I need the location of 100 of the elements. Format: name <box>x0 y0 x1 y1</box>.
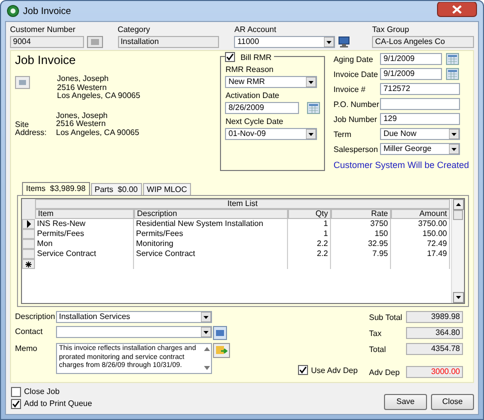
column-header[interactable]: Qty <box>288 209 331 219</box>
table-cell: 7.95 <box>331 249 391 259</box>
field-label: Aging Date <box>333 54 374 64</box>
option-checkbox[interactable]: Close Job <box>11 386 92 396</box>
field-label: P.O. Number <box>333 100 380 108</box>
table-cell: 17.49 <box>391 249 450 259</box>
text-field[interactable]: 712572 <box>380 83 460 95</box>
scroll-thumb[interactable] <box>453 210 463 220</box>
window-title: Job Invoice <box>23 6 72 16</box>
dropdown-field[interactable]: Installation Services <box>56 311 212 323</box>
app-icon <box>7 5 19 17</box>
field-label: Tax Group <box>372 25 410 35</box>
asterisk-icon <box>25 260 32 268</box>
dropdown-arrow-icon[interactable] <box>449 129 460 139</box>
dropdown-arrow-icon[interactable] <box>306 77 316 87</box>
calendar-icon[interactable] <box>446 53 460 65</box>
dropdown-field[interactable]: Due Now <box>380 128 460 140</box>
close-icon[interactable] <box>437 2 477 17</box>
tab[interactable]: Parts $0.00 <box>90 183 142 195</box>
table-cell: 32.95 <box>331 239 391 249</box>
field-label: Memo <box>15 343 38 355</box>
form-heading: Job Invoice <box>15 53 76 68</box>
grid-corner <box>22 209 35 219</box>
tab[interactable]: Items $3,989.98 <box>22 182 90 195</box>
table-cell: Residential New System Installation <box>134 219 288 229</box>
row-selector[interactable] <box>22 219 35 229</box>
field-label: Invoice Date <box>333 70 379 78</box>
total-field: 364.80 <box>406 327 463 339</box>
dropdown-arrow-icon[interactable] <box>306 129 316 139</box>
table-cell: Permits/Fees <box>134 229 288 239</box>
field-label: AR Account <box>234 25 278 35</box>
field-label: Sub Total <box>369 312 404 322</box>
total-field: 3989.98 <box>406 311 463 323</box>
scroll-down-icon[interactable] <box>452 292 464 303</box>
field-label: Customer Number <box>10 25 76 35</box>
table-cell: 1 <box>288 229 331 239</box>
address-line: 2516 Western <box>56 120 106 128</box>
lookup-button[interactable] <box>86 36 103 48</box>
table-cell: Service Contract <box>35 249 134 259</box>
dropdown-arrow-icon[interactable] <box>449 144 460 154</box>
dropdown-field[interactable]: New RMR <box>225 76 318 88</box>
column-header[interactable]: Description <box>134 209 288 219</box>
dropdown-arrow-icon[interactable] <box>201 327 211 337</box>
row-selector[interactable] <box>22 259 35 269</box>
dropdown-field[interactable] <box>56 326 212 338</box>
column-header[interactable]: Item <box>35 209 134 219</box>
field-label: Job Number <box>333 114 378 124</box>
dropdown-arrow-icon[interactable] <box>201 312 211 322</box>
vertical-scrollbar[interactable] <box>451 199 464 303</box>
text-field[interactable]: 129 <box>380 113 460 125</box>
column-header[interactable]: Amount <box>391 209 450 219</box>
dropdown-field[interactable]: 11000 <box>234 36 336 48</box>
calendar-icon[interactable] <box>446 68 460 80</box>
address-line: Los Angeles, CA 90065 <box>56 128 140 137</box>
note-arrow-button[interactable] <box>213 343 230 358</box>
field-label: Total <box>369 344 387 354</box>
address-line: Jones, Joseph <box>56 112 108 120</box>
column-header[interactable]: Rate <box>331 209 391 219</box>
use-adv-dep-checkbox[interactable]: Use Adv Dep <box>298 365 358 375</box>
date-field[interactable]: 9/1/2009 <box>380 53 442 65</box>
row-pointer-icon <box>26 220 32 228</box>
table-cell: 72.49 <box>391 239 450 249</box>
readonly-field: CA-Los Angeles Co <box>372 36 474 48</box>
field-label: Tax <box>369 328 382 338</box>
field-label: Adv Dep <box>369 368 401 376</box>
table-cell: 150 <box>331 229 391 239</box>
calendar-icon[interactable] <box>307 102 320 114</box>
computer-icon[interactable] <box>338 36 350 48</box>
dialog-button[interactable]: Save <box>384 394 427 410</box>
field-label: Category <box>118 25 152 35</box>
checkmark-icon <box>12 400 20 408</box>
dropdown-arrow-icon[interactable] <box>324 37 334 47</box>
date-field[interactable]: 8/26/2009 <box>225 102 300 114</box>
table-cell: Service Contract <box>134 249 288 259</box>
table-cell: Monitoring <box>134 239 288 249</box>
date-field[interactable]: 9/1/2009 <box>380 68 442 80</box>
field-label: Term <box>333 130 352 138</box>
tab[interactable]: WIP MLOC <box>142 183 192 195</box>
text-field[interactable] <box>380 98 460 110</box>
address-line: Los Angeles, CA 90065 <box>57 92 140 100</box>
table-cell: Mon <box>35 239 134 249</box>
field-label: Description <box>15 311 56 323</box>
field-label: Salesperson <box>333 144 379 154</box>
notice-text: Customer System Will be Created <box>333 160 469 170</box>
readonly-field: 9004 <box>10 36 84 48</box>
table-cell: 2.2 <box>288 249 331 259</box>
dialog-button[interactable]: Close <box>431 394 474 410</box>
site-address-label: Site Address: <box>15 120 48 138</box>
option-checkbox[interactable]: Add to Print Queue <box>11 398 92 408</box>
address-line: Jones, Joseph <box>57 75 109 84</box>
grid-corner <box>22 199 35 209</box>
table-cell: 3750.00 <box>391 219 450 229</box>
field-label: Activation Date <box>225 91 280 101</box>
dropdown-field[interactable]: 01-Nov-09 <box>225 128 318 140</box>
dropdown-field[interactable]: Miller George <box>380 143 460 155</box>
field-label: Next Cycle Date <box>225 117 284 127</box>
bill-rmr-checkbox[interactable]: Bill RMR <box>225 52 274 62</box>
checkmark-icon <box>226 53 234 61</box>
table-cell: 3750 <box>331 219 391 229</box>
scroll-up-icon[interactable] <box>452 199 464 210</box>
